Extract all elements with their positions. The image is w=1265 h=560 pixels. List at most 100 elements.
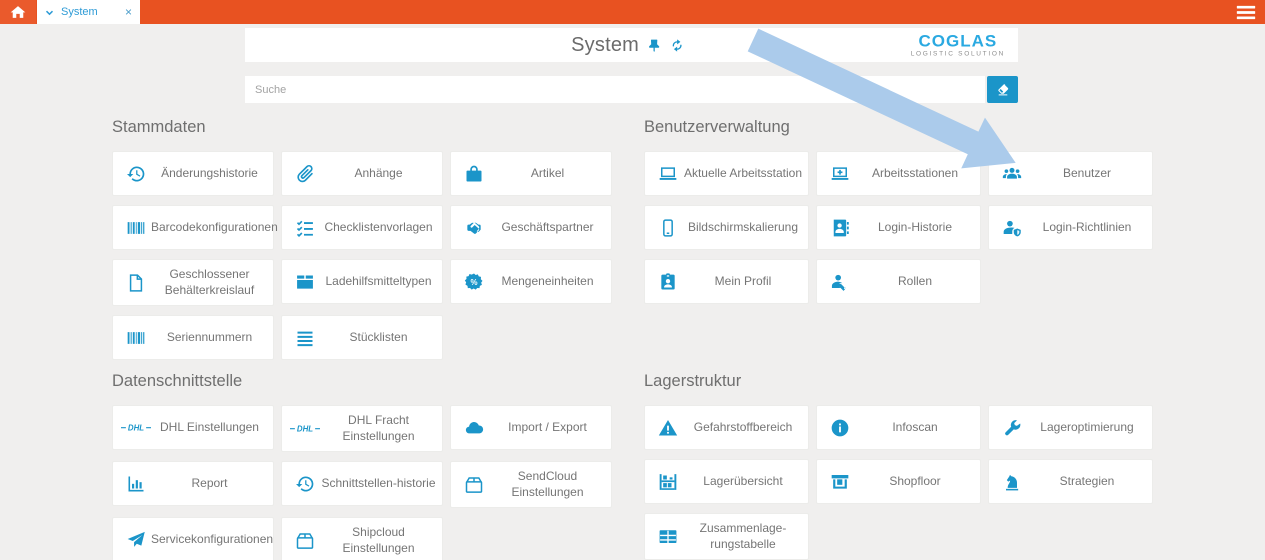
tile-label: Mengeneinheiten (486, 274, 609, 290)
tile-label: DHL Fracht Einstellungen (317, 413, 440, 444)
tile-lageroptimierung[interactable]: Lageroptimierung (988, 405, 1153, 450)
tile-aktuelle-arbeitsstation[interactable]: Aktuelle Arbeitsstation (644, 151, 809, 196)
tile-gefahrstoffbereich[interactable]: Gefahrstoffbereich (644, 405, 809, 450)
tile-label: Zusammenlage-rungstabelle (680, 521, 806, 552)
tile-schnittstellen-historie[interactable]: Schnittstellen-historie (281, 461, 443, 506)
top-bar: System × (0, 0, 1265, 24)
tile-label: Artikel (486, 166, 609, 182)
tile-label: Aktuelle Arbeitsstation (680, 166, 806, 182)
tile-checklistenvorlagen[interactable]: Checklistenvorlagen (281, 205, 443, 250)
tile-geschlossener-behalterkreislauf[interactable]: Geschlossener Behälterkreislauf (112, 259, 274, 306)
page-title: System (571, 34, 639, 57)
tile-mein-profil[interactable]: Mein Profil (644, 259, 809, 304)
tile-label: Benutzer (1024, 166, 1150, 182)
eraser-icon (996, 83, 1010, 97)
tile-dhl-fracht-einstellungen[interactable]: DHL DHL Fracht Einstellungen (281, 405, 443, 452)
tile-arbeitsstationen[interactable]: Arbeitsstationen (816, 151, 981, 196)
svg-text:%: % (470, 278, 477, 287)
logo-text: COGLAS (918, 32, 997, 49)
tile-login-historie[interactable]: Login-Historie (816, 205, 981, 250)
tile-grid: Gefahrstoffbereich Infoscan Lageroptimieru… (644, 405, 1153, 560)
pin-icon[interactable] (647, 38, 662, 53)
tile-label: Login-Richtlinien (1024, 220, 1150, 236)
tile-anhange[interactable]: Anhänge (281, 151, 443, 196)
tile-bildschirmskalierung[interactable]: Bildschirmskalierung (644, 205, 809, 250)
tile-label: Servicekonfigurationen (148, 532, 276, 548)
page-header-panel: System COGLAS LOGISTIC SOLUTION (245, 28, 1018, 62)
tile-servicekonfigurationen[interactable]: Servicekonfigurationen (112, 517, 274, 560)
tile-label: Lagerübersicht (680, 474, 806, 490)
tile-infoscan[interactable]: Infoscan (816, 405, 981, 450)
tab-system[interactable]: System × (37, 0, 140, 24)
tab-label: System (61, 6, 118, 18)
tile-ladehilfsmitteltypen[interactable]: Ladehilfsmitteltypen (281, 259, 443, 304)
tile-label: Mein Profil (680, 274, 806, 290)
tile-grid: Änderungshistorie Anhänge Artikel Barcodeko… (112, 151, 616, 360)
tile-dhl-einstellungen[interactable]: DHL DHL Einstellungen (112, 405, 274, 450)
section-title: Lagerstruktur (644, 372, 1153, 393)
tile-grid: DHL DHL Einstellungen DHL DHL Fracht Einste… (112, 405, 616, 560)
tile-seriennummern[interactable]: Seriennummern (112, 315, 274, 360)
tile-barcodekonfigurationen[interactable]: Barcodekonfigurationen (112, 205, 274, 250)
tile-lagerubersicht[interactable]: Lagerübersicht (644, 459, 809, 504)
tile-label: Anhänge (317, 166, 440, 182)
coglas-logo: COGLAS LOGISTIC SOLUTION (911, 32, 1005, 58)
tile-artikel[interactable]: Artikel (450, 151, 612, 196)
section-title: Datenschnittstelle (112, 372, 616, 393)
tile-grid: Aktuelle Arbeitsstation Arbeitsstationen B… (644, 151, 1153, 304)
tile-label: Login-Historie (852, 220, 978, 236)
tile-anderungshistorie[interactable]: Änderungshistorie (112, 151, 274, 196)
tile-label: Änderungshistorie (148, 166, 271, 182)
tile-mengeneinheiten[interactable]: % Mengeneinheiten (450, 259, 612, 304)
search-input[interactable] (245, 76, 985, 103)
tile-label: Strategien (1024, 474, 1150, 490)
tile-label: Lageroptimierung (1024, 420, 1150, 436)
tile-label: Import / Export (486, 420, 609, 436)
section-lagerstruktur: Lagerstruktur Gefahrstoffbereich Infoscan… (644, 372, 1153, 560)
tile-benutzer[interactable]: Benutzer (988, 151, 1153, 196)
tile-label: Report (148, 476, 271, 492)
tile-label: Infoscan (852, 420, 978, 436)
tile-strategien[interactable]: Strategien (988, 459, 1153, 504)
section-stammdaten: Stammdaten Änderungshistorie Anhänge Artik… (112, 118, 616, 360)
tile-label: Schnittstellen-historie (317, 476, 440, 492)
tile-import-export[interactable]: Import / Export (450, 405, 612, 450)
chevron-down-icon[interactable] (45, 8, 54, 17)
section-benutzerverwaltung: Benutzerverwaltung Aktuelle Arbeitsstati… (644, 118, 1153, 304)
tile-geschaftspartner[interactable]: Geschäftspartner (450, 205, 612, 250)
tile-login-richtlinien[interactable]: Login-Richtlinien (988, 205, 1153, 250)
tile-stucklisten[interactable]: Stücklisten (281, 315, 443, 360)
tile-label: Geschlossener Behälterkreislauf (148, 267, 271, 298)
tile-label: Stücklisten (317, 330, 440, 346)
section-title: Stammdaten (112, 118, 616, 139)
logo-subtitle: LOGISTIC SOLUTION (911, 51, 1005, 58)
tile-label: Shipcloud Einstellungen (317, 525, 440, 556)
svg-text:DHL: DHL (297, 424, 313, 433)
tile-sendcloud-einstellungen[interactable]: SendCloud Einstellungen (450, 461, 612, 508)
refresh-icon[interactable] (670, 38, 685, 53)
close-icon[interactable]: × (125, 6, 132, 18)
tile-report[interactable]: Report (112, 461, 274, 506)
tile-zusammenlage-rungstabelle[interactable]: Zusammenlage-rungstabelle (644, 513, 809, 560)
tile-label: Arbeitsstationen (852, 166, 978, 182)
tile-label: Gefahrstoffbereich (680, 420, 806, 436)
tile-shopfloor[interactable]: Shopfloor (816, 459, 981, 504)
home-button[interactable] (0, 0, 36, 24)
hamburger-menu-icon[interactable] (1236, 5, 1256, 20)
tile-label: Bildschirmskalierung (680, 220, 806, 236)
section-datenschnittstelle: Datenschnittstelle DHLDHL EinstellungenD… (112, 372, 616, 560)
section-title: Benutzerverwaltung (644, 118, 1153, 139)
clear-search-button[interactable] (987, 76, 1018, 103)
svg-text:DHL: DHL (128, 423, 144, 432)
home-icon (10, 4, 26, 20)
tile-label: SendCloud Einstellungen (486, 469, 609, 500)
tile-label: DHL Einstellungen (148, 420, 271, 436)
tile-label: Geschäftspartner (486, 220, 609, 236)
tile-label: Barcodekonfigurationen (148, 220, 281, 236)
tile-rollen[interactable]: Rollen (816, 259, 981, 304)
tile-label: Checklistenvorlagen (317, 220, 440, 236)
tile-label: Shopfloor (852, 474, 978, 490)
tile-label: Rollen (852, 274, 978, 290)
tile-shipcloud-einstellungen[interactable]: Shipcloud Einstellungen (281, 517, 443, 560)
tile-label: Seriennummern (148, 330, 271, 346)
